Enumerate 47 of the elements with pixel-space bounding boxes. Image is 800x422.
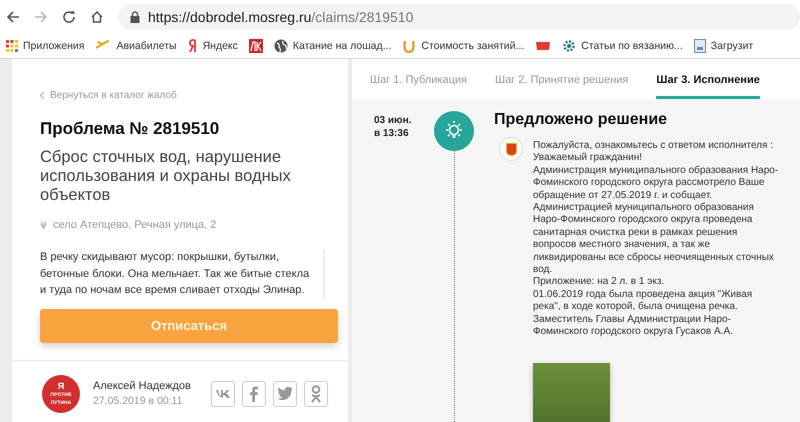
letter-ya-icon — [188, 39, 198, 53]
ok-share-button[interactable] — [304, 380, 328, 406]
bookmark[interactable]: Яндекс — [188, 39, 238, 53]
bookmark[interactable]: Катание на лошад... — [274, 39, 392, 53]
step-tab[interactable]: Шаг 3. Исполнение — [656, 59, 760, 99]
event-time: в 13:36 — [374, 127, 410, 140]
horseshoe-icon — [402, 39, 416, 53]
apps-grid-icon — [6, 40, 18, 52]
bookmark[interactable] — [248, 39, 263, 53]
bookmark[interactable] — [535, 41, 552, 51]
bookmark[interactable]: Статьи по вязанию... — [562, 39, 683, 53]
ok-icon — [310, 384, 322, 402]
post-date: 27.05.2019 в 00:11 — [93, 395, 184, 407]
response-message: Пожалуйста, ознакомьтесь с ответом исполнителя : Уважаемый гражданин! Администрация муниципального образования Наро-Фоминского городского округа рассмотрело Ваше обращение от 27.05.2019 г. и собщает. Администрацией муниципального образования Наро-Фоминского городского округа проведена санитарная очистка реки в рамках решения вопросов местного значения, а так же ликвидированы все сбросы неочиященных сточных вод. Приложение: на 2 л. в 1 экз. 01.06.2019 года была проведена акция "Живая река", в ходе которой, была очищена речка. Заместитель Главы Администрации Наро-Фоминского городского округа Гусаков А.А. — [533, 140, 780, 338]
document-icon — [694, 39, 706, 53]
bookmark[interactable]: Авиабилеты — [95, 39, 177, 53]
bookmark[interactable]: Стоимость занятий... — [402, 39, 524, 53]
back-arrow-icon[interactable] — [6, 10, 20, 24]
letters-logo-icon — [248, 39, 263, 53]
photo-placeholder[interactable] — [533, 362, 610, 422]
facebook-icon — [249, 386, 259, 402]
author-name: Алексей Надеждов — [93, 380, 192, 392]
lock-icon — [130, 11, 140, 23]
twitter-share-button[interactable] — [273, 380, 297, 406]
claim-description: В речку скидывают мусор: покрышки, бутылки, бетонные блоки. Она мельчает. Так же битые стекла и туда по ночам все время сливает отходы Элинар. — [40, 249, 325, 298]
claim-location: село Атепцево, Речная улица, 2 — [53, 219, 216, 231]
gear-icon — [562, 39, 576, 53]
bookmark[interactable]: Загрузит — [694, 39, 754, 53]
reload-icon[interactable] — [62, 10, 76, 24]
forward-arrow-icon[interactable] — [34, 10, 48, 24]
vk-icon — [215, 388, 231, 398]
vk-share-button[interactable] — [211, 380, 235, 406]
claim-subject: Сброс сточных вод, нарушение использования и охраны водных объектов — [40, 148, 292, 205]
location-pin-icon — [40, 220, 47, 230]
claim-title: Проблема № 2819510 — [40, 119, 220, 139]
globe-icon — [274, 39, 288, 53]
event-date: 03 июн. — [374, 114, 412, 127]
address-bar[interactable]: https://dobrodel.mosreg.ru/claims/2819510 — [118, 4, 800, 30]
bookmark[interactable]: Приложения — [6, 40, 84, 52]
emblem-icon — [499, 137, 523, 161]
home-icon[interactable] — [90, 10, 104, 24]
facebook-share-button[interactable] — [242, 380, 266, 406]
chevron-left-icon — [40, 92, 44, 99]
url-text: https://dobrodel.mosreg.ru/claims/2819510 — [148, 9, 414, 25]
twitter-icon — [277, 387, 293, 400]
event-title: Предложено решение — [494, 111, 668, 129]
logo-icon — [535, 41, 552, 51]
